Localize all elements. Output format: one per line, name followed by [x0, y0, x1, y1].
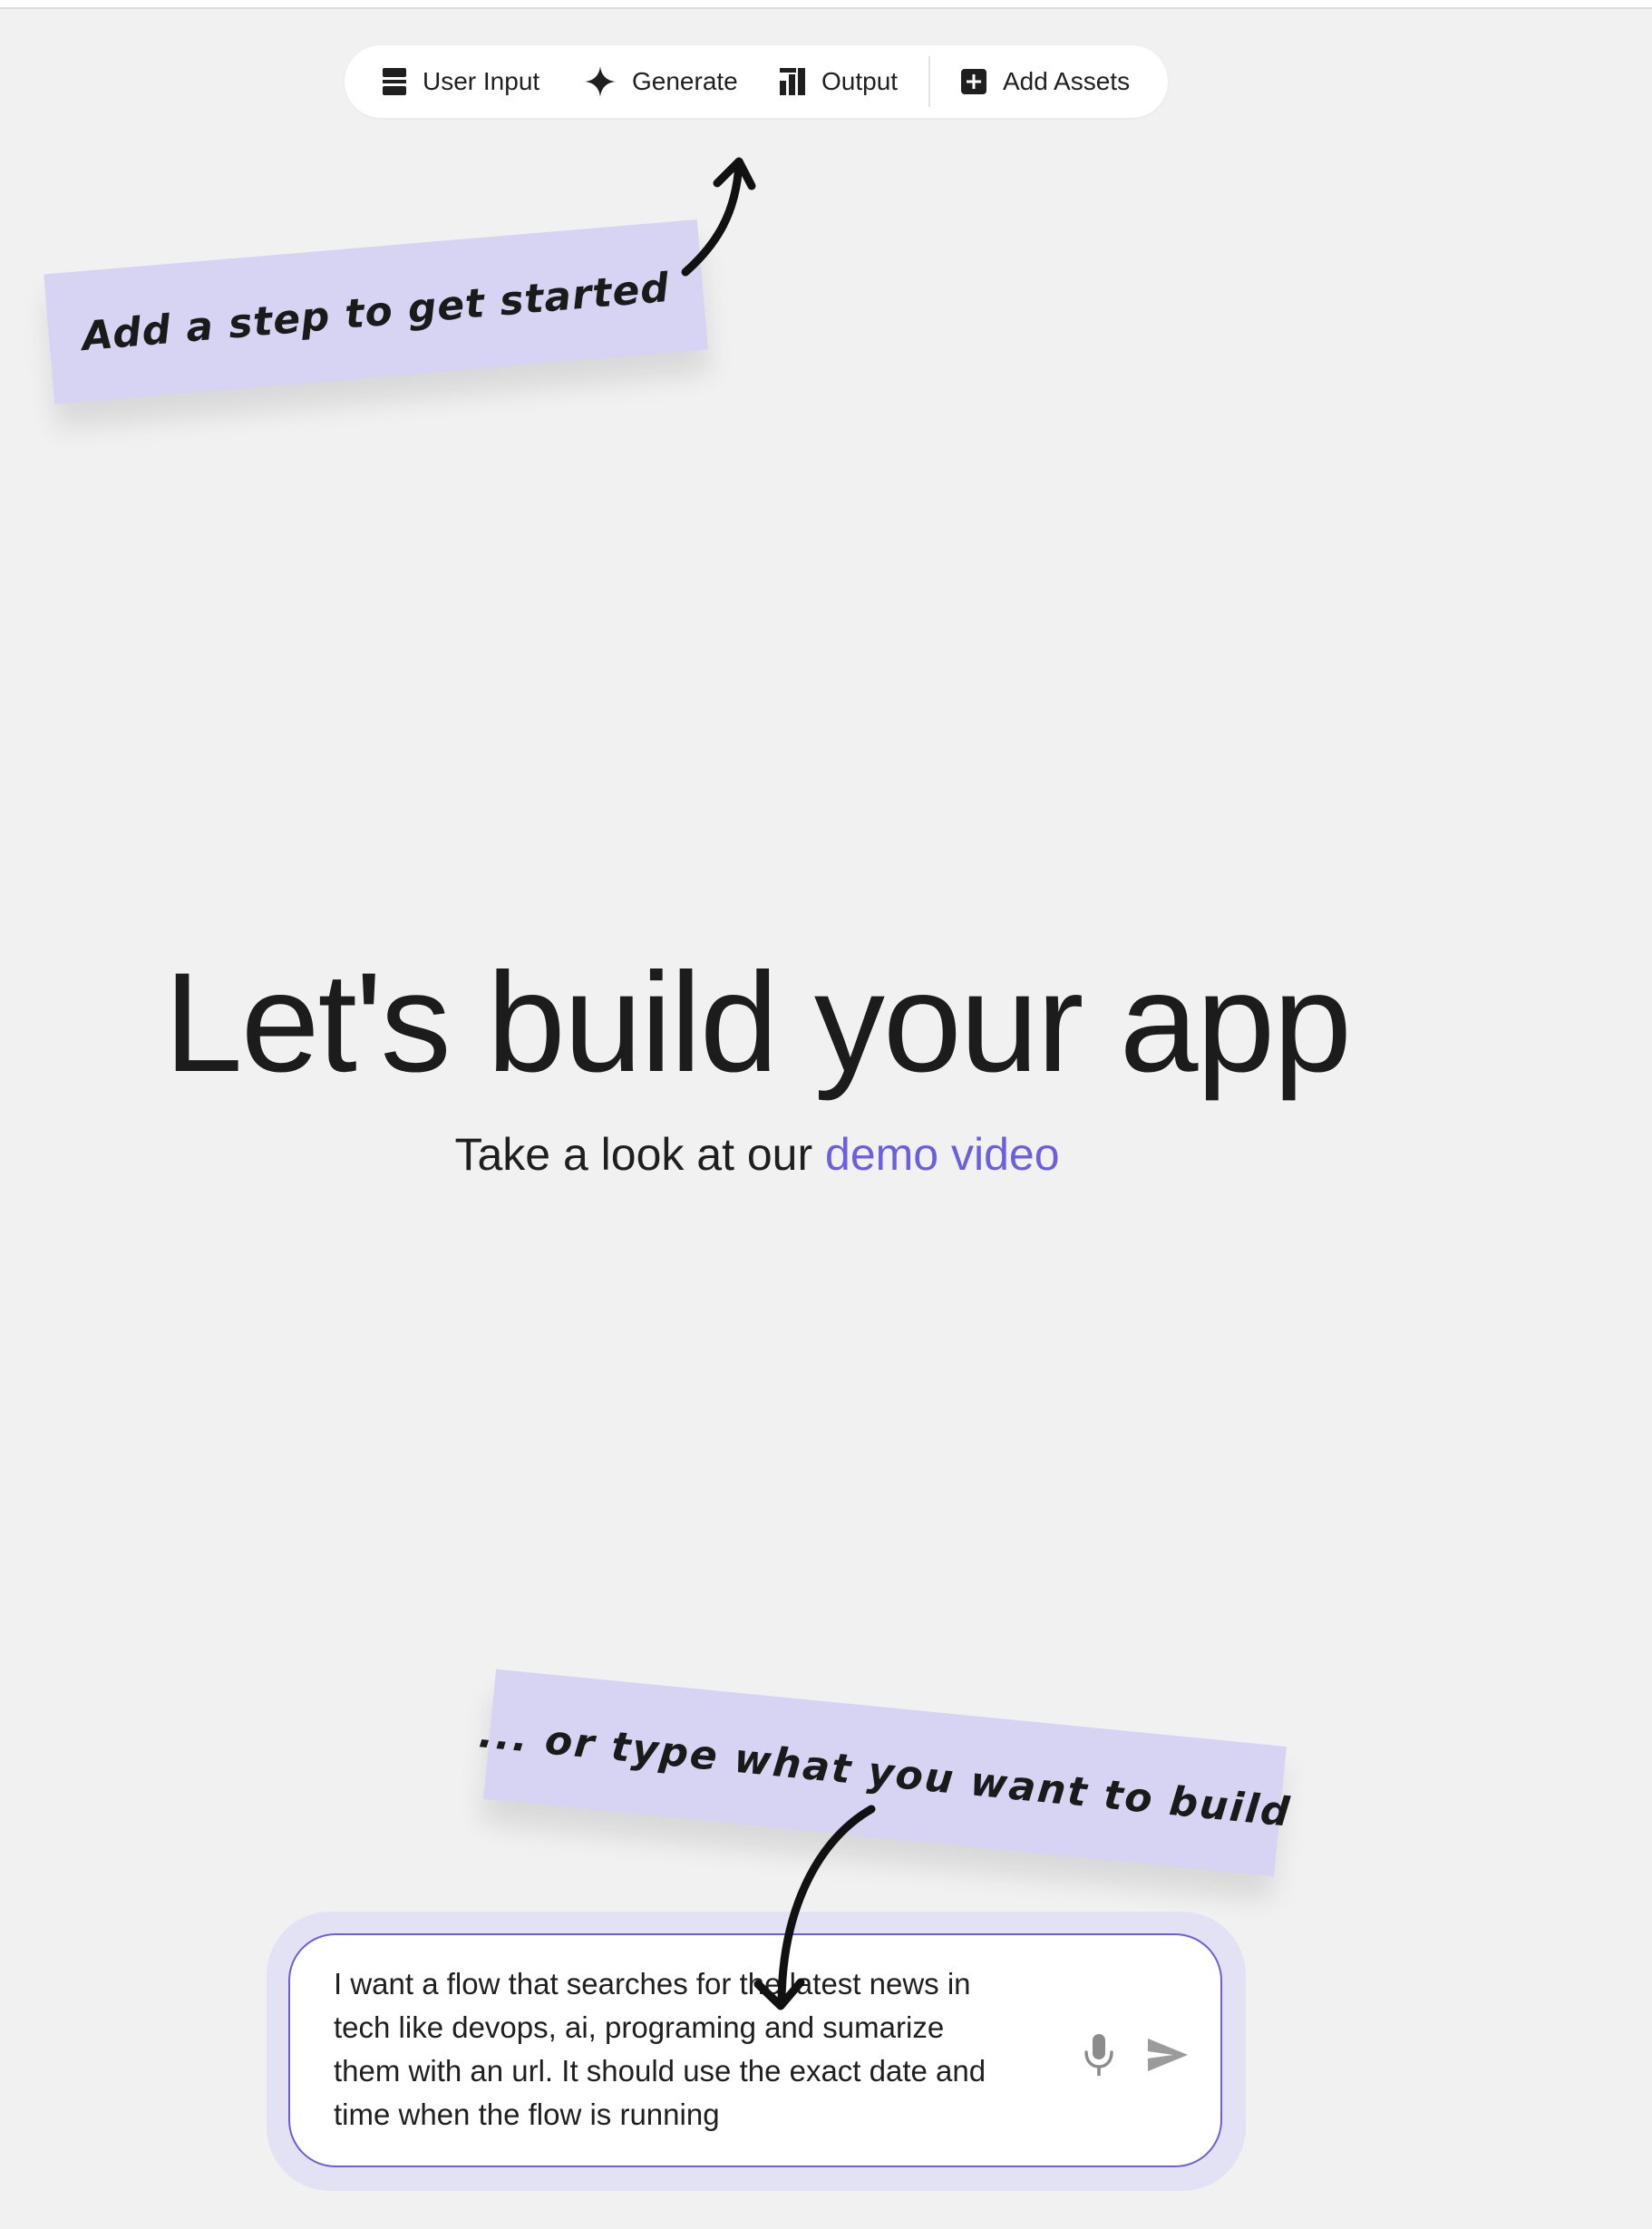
output-button[interactable]: Output: [780, 45, 898, 118]
output-chart-icon: [780, 68, 805, 95]
mic-button[interactable]: [1077, 2029, 1121, 2080]
mic-icon: [1084, 2034, 1113, 2076]
send-icon: [1148, 2039, 1188, 2071]
toolbar-divider: [928, 56, 930, 107]
step-toolbar: User Input Generate Output Add Assets: [345, 45, 1168, 118]
hero-title: Let's build your app: [163, 944, 1352, 1102]
hero-subtitle: Take a look at our demo video: [0, 1128, 1514, 1181]
send-button[interactable]: [1141, 2031, 1195, 2078]
type-build-hint-text: ... or type what you want to build: [476, 1709, 1294, 1836]
user-input-icon: [383, 68, 406, 95]
type-build-hint-note: ... or type what you want to build: [477, 1669, 1293, 1877]
add-step-hint-text: Add a step to get started: [80, 264, 672, 360]
add-box-icon: [961, 69, 986, 94]
generate-button[interactable]: Generate: [585, 45, 738, 118]
sparkle-icon: [585, 66, 616, 97]
prompt-input-box[interactable]: I want a flow that searches for the late…: [288, 1933, 1222, 2167]
prompt-textarea[interactable]: I want a flow that searches for the late…: [334, 1962, 1041, 2137]
add-step-hint-note: Add a step to get started: [44, 219, 708, 404]
demo-video-link[interactable]: demo video: [825, 1129, 1060, 1180]
user-input-button[interactable]: User Input: [383, 45, 539, 118]
add-assets-button[interactable]: Add Assets: [961, 45, 1130, 118]
top-border: [0, 0, 1652, 9]
hero-subtitle-prefix: Take a look at our: [454, 1129, 826, 1180]
user-input-label: User Input: [423, 67, 540, 95]
add-assets-label: Add Assets: [1003, 67, 1131, 95]
generate-label: Generate: [632, 67, 738, 95]
output-label: Output: [821, 67, 899, 95]
